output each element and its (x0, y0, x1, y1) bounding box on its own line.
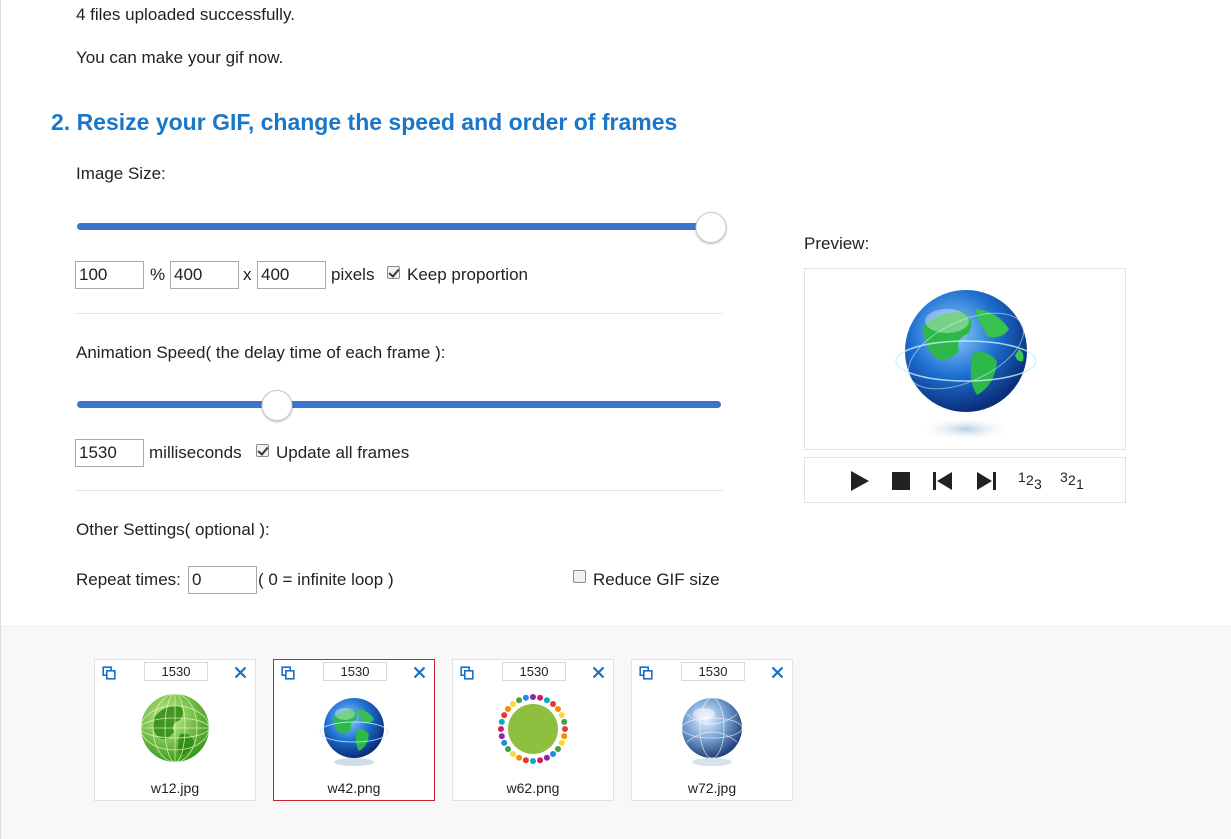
milliseconds-label: milliseconds (149, 443, 242, 462)
divider (75, 490, 723, 491)
pixels-label: pixels (331, 265, 375, 284)
animation-speed-slider[interactable] (77, 390, 721, 421)
upload-success-text: 4 files uploaded successfully. (76, 5, 295, 24)
play-icon[interactable] (847, 469, 871, 493)
reduce-gif-size-checkbox[interactable] (573, 570, 586, 583)
preview-controls: 1 2 3 3 2 1 (804, 457, 1126, 503)
preview-label: Preview: (804, 234, 870, 253)
stop-icon[interactable] (891, 469, 911, 493)
frame-filename: w62.png (506, 780, 560, 796)
frame-delay-input[interactable] (323, 662, 387, 681)
order-reverse-button[interactable]: 3 2 1 (1057, 469, 1085, 493)
frame-card[interactable]: w12.jpg (94, 659, 256, 801)
remove-frame-icon[interactable] (771, 666, 784, 679)
preview-globe-image (895, 290, 1037, 441)
repeat-times-label: Repeat times: (76, 570, 181, 589)
frame-filename: w12.jpg (150, 780, 200, 796)
width-input[interactable] (170, 261, 239, 289)
frame-filename: w42.png (327, 780, 381, 796)
frame-card[interactable]: w62.png (452, 659, 614, 801)
previous-frame-icon[interactable] (932, 469, 954, 493)
infinite-loop-hint: ( 0 = infinite loop ) (258, 570, 394, 589)
repeat-times-input[interactable] (188, 566, 257, 594)
keep-proportion-checkbox[interactable] (387, 266, 400, 279)
copy-frame-icon[interactable] (639, 666, 653, 680)
remove-frame-icon[interactable] (592, 666, 605, 679)
blue-green-globe-icon (319, 698, 389, 766)
keep-proportion-label[interactable]: Keep proportion (407, 265, 528, 285)
frame-card-selected[interactable]: w42.png (273, 659, 435, 801)
dimension-separator: x (243, 265, 252, 284)
divider (75, 313, 723, 314)
image-size-slider-track[interactable] (77, 223, 721, 230)
image-size-label: Image Size: (76, 164, 166, 183)
update-all-frames-label[interactable]: Update all frames (276, 443, 409, 463)
copy-frame-icon[interactable] (460, 666, 474, 680)
frame-delay-input[interactable] (144, 662, 208, 681)
image-size-slider-thumb[interactable] (695, 212, 727, 243)
copy-frame-icon[interactable] (102, 666, 116, 680)
animation-speed-slider-track[interactable] (77, 401, 721, 408)
height-input[interactable] (257, 261, 326, 289)
order-forward-button[interactable]: 1 2 3 (1015, 469, 1043, 493)
next-frame-icon[interactable] (975, 469, 997, 493)
animation-speed-label: Animation Speed( the delay time of each … (76, 343, 446, 362)
people-ring-globe-icon (498, 694, 568, 764)
copy-frame-icon[interactable] (281, 666, 295, 680)
reduce-gif-size-label[interactable]: Reduce GIF size (593, 570, 720, 590)
animation-speed-slider-thumb[interactable] (261, 390, 293, 421)
frame-delay-input[interactable] (681, 662, 745, 681)
section-title: 2. Resize your GIF, change the speed and… (51, 109, 678, 135)
update-all-frames-checkbox[interactable] (256, 444, 269, 457)
percent-sign: % (150, 265, 166, 284)
green-wireframe-globe-icon (140, 693, 210, 763)
delay-input[interactable] (75, 439, 144, 467)
size-percent-input[interactable] (75, 261, 144, 289)
order-forward-glyph: 1 2 3 (1018, 469, 1042, 492)
order-reverse-glyph: 3 2 1 (1060, 469, 1084, 492)
image-size-slider[interactable] (77, 212, 727, 243)
remove-frame-icon[interactable] (234, 666, 247, 679)
glass-globe-icon (681, 697, 743, 766)
frame-delay-input[interactable] (502, 662, 566, 681)
frame-card[interactable]: w72.jpg (631, 659, 793, 801)
preview-canvas (804, 268, 1126, 450)
other-settings-label: Other Settings( optional ): (76, 520, 270, 539)
make-gif-hint-text: You can make your gif now. (76, 48, 284, 67)
remove-frame-icon[interactable] (413, 666, 426, 679)
frame-filename: w72.jpg (687, 780, 737, 796)
